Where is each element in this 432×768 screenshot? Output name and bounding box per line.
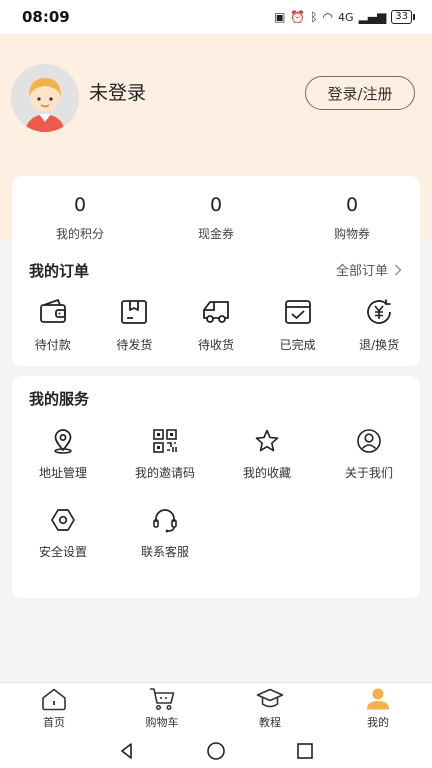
battery-icon: 33 (391, 10, 415, 24)
services-grid: 地址管理 我的邀请码 我的收藏 关于我们 安全设置 联系客服 (12, 428, 420, 560)
tab-profile[interactable]: 我的 (324, 683, 432, 734)
status-time: 08:09 (22, 8, 70, 26)
stat-value: 0 (345, 194, 359, 216)
service-label: 地址管理 (38, 466, 87, 480)
truck-icon (203, 301, 229, 323)
service-address[interactable]: 地址管理 (12, 428, 114, 481)
order-item-label: 待发货 (116, 338, 153, 352)
user-circle-icon (357, 429, 381, 453)
recents-icon[interactable] (296, 742, 314, 760)
username: 未登录 (89, 82, 147, 104)
network-type: 4G (338, 10, 354, 24)
bluetooth-icon: ᛒ (310, 10, 318, 24)
order-item-label: 待付款 (34, 338, 71, 352)
wallet-icon (39, 299, 66, 323)
orders-card: 我的订单 全部订单 待付款 待发货 待收货 已完成 退/换货 (12, 248, 420, 366)
tab-label: 教程 (259, 716, 281, 729)
service-label: 安全设置 (38, 545, 87, 559)
tab-label: 我的 (367, 716, 389, 729)
order-pending-payment[interactable]: 待付款 (12, 298, 94, 353)
chevron-right-icon (394, 263, 402, 276)
home-icon (42, 688, 66, 711)
service-invite-code[interactable]: 我的邀请码 (114, 428, 216, 481)
login-register-button[interactable]: 登录/注册 (305, 76, 415, 110)
service-about-us[interactable]: 关于我们 (318, 428, 420, 481)
order-status-row: 待付款 待发货 待收货 已完成 退/换货 (12, 298, 420, 353)
signal-icon: ▂▄▆ (358, 10, 387, 24)
system-nav-bar (0, 734, 432, 768)
order-item-label: 待收货 (197, 338, 234, 352)
completed-icon (284, 300, 311, 324)
service-label: 联系客服 (140, 545, 189, 559)
bottom-tab-bar: 首页 购物车 教程 我的 (0, 682, 432, 734)
stat-label: 我的积分 (55, 227, 104, 241)
stat-value: 0 (209, 194, 223, 216)
orders-title: 我的订单 (29, 262, 90, 280)
alarm-icon: ⏰ (290, 10, 306, 24)
order-pending-receipt[interactable]: 待收货 (175, 298, 257, 353)
tab-label: 购物车 (145, 716, 179, 729)
profile-header: 未登录 登录/注册 0 我的积分 0 现金券 0 购物券 (0, 34, 432, 260)
services-card: 我的服务 地址管理 我的邀请码 我的收藏 关于我们 安全设置 联系客服 (12, 376, 420, 598)
stat-label: 购物券 (333, 227, 370, 241)
refund-icon (367, 299, 392, 324)
wifi-icon: ◠ (322, 10, 334, 24)
order-pending-shipment[interactable]: 待发货 (94, 298, 176, 353)
service-label: 我的邀请码 (134, 466, 195, 480)
profile-icon (367, 688, 389, 710)
stat-value: 0 (73, 194, 87, 216)
service-label: 我的收藏 (242, 466, 291, 480)
tab-cart[interactable]: 购物车 (108, 683, 216, 734)
service-label: 关于我们 (344, 466, 393, 480)
hexagon-settings-icon (51, 509, 75, 531)
cart-icon (150, 688, 175, 711)
avatar[interactable] (11, 64, 79, 132)
location-pin-icon (54, 429, 72, 454)
stat-label: 现金券 (197, 227, 234, 241)
status-icons: ▣ ⏰ ᛒ ◠ 4G ▂▄▆ 33 (274, 10, 415, 24)
status-bar: 08:09 ▣ ⏰ ᛒ ◠ 4G ▂▄▆ 33 (0, 0, 432, 34)
all-orders-link[interactable]: 全部订单 (336, 260, 402, 279)
package-icon (121, 300, 148, 324)
service-favorites[interactable]: 我的收藏 (216, 428, 318, 481)
headset-icon (153, 509, 177, 533)
graduation-cap-icon (256, 688, 284, 708)
nfc-icon: ▣ (274, 10, 286, 24)
back-icon[interactable] (118, 742, 136, 760)
tab-home[interactable]: 首页 (0, 683, 108, 734)
services-title: 我的服务 (29, 390, 90, 408)
order-item-label: 已完成 (279, 338, 316, 352)
tab-label: 首页 (43, 716, 65, 729)
star-icon (255, 429, 279, 452)
tab-tutorial[interactable]: 教程 (216, 683, 324, 734)
order-refund-exchange[interactable]: 退/换货 (338, 298, 420, 353)
order-completed[interactable]: 已完成 (257, 298, 339, 353)
avatar-illustration (11, 64, 79, 132)
qr-code-icon (153, 429, 177, 453)
service-customer-support[interactable]: 联系客服 (114, 507, 216, 560)
order-item-label: 退/换货 (359, 338, 400, 352)
all-orders-label: 全部订单 (335, 264, 388, 279)
service-security[interactable]: 安全设置 (12, 507, 114, 560)
home-circle-icon[interactable] (206, 741, 226, 761)
